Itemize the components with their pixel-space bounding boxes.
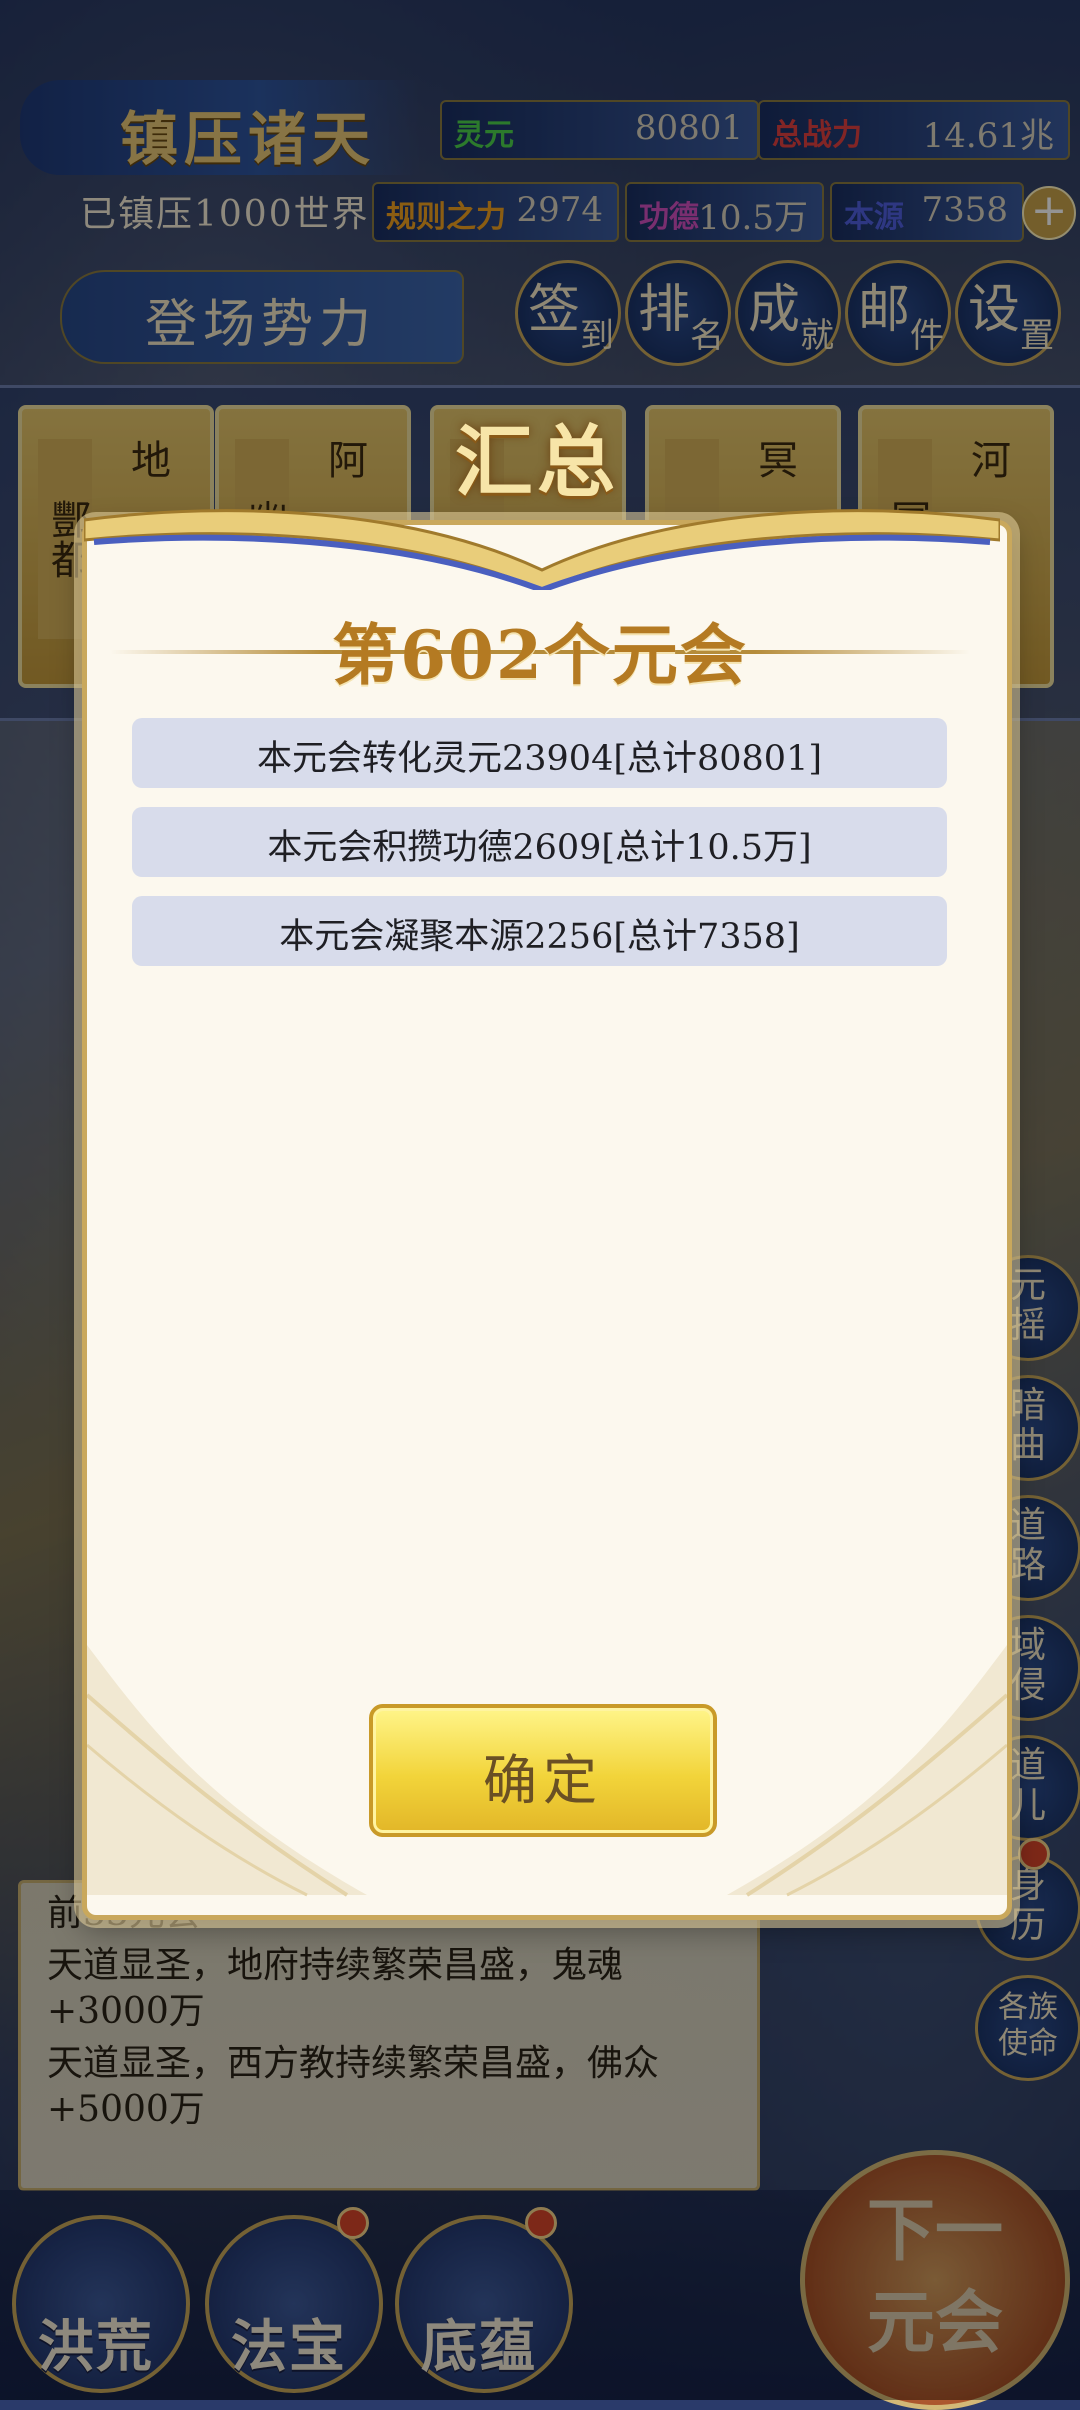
corner-ornament-right xyxy=(727,1645,1007,1897)
summary-row-text: 本元会转化灵元23904[总计80801] xyxy=(257,739,822,779)
summary-row-text: 本元会凝聚本源2256[总计7358] xyxy=(279,917,800,957)
modal-title: 汇总 xyxy=(455,417,620,508)
summary-row-text: 本元会积攒功德2609[总计10.5万] xyxy=(267,828,812,868)
confirm-button[interactable]: 确定 xyxy=(369,1704,717,1837)
summary-row: 本元会凝聚本源2256[总计7358] xyxy=(132,896,947,966)
era-title: 第602个元会 xyxy=(332,616,748,694)
confirm-button-label: 确定 xyxy=(483,1749,603,1812)
corner-ornament-left xyxy=(87,1645,367,1897)
summary-row: 本元会积攒功德2609[总计10.5万] xyxy=(132,807,947,877)
summary-row: 本元会转化灵元23904[总计80801] xyxy=(132,718,947,788)
